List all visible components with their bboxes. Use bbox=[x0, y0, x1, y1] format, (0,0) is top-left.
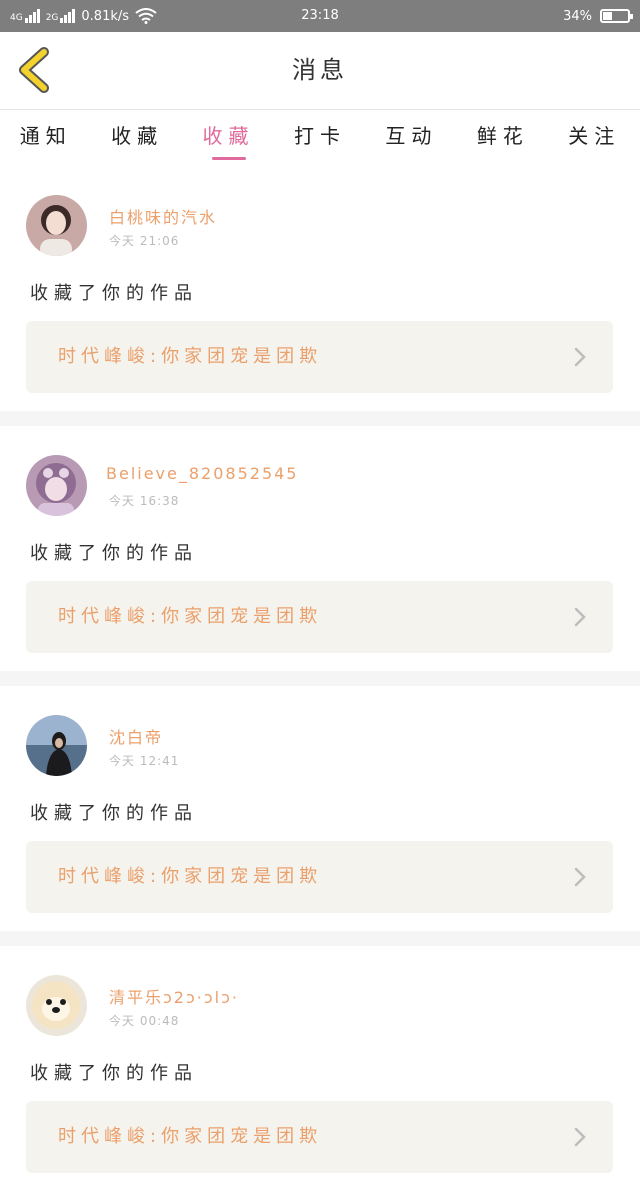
work-title: 时代峰峻:你家团宠是团欺 bbox=[58, 606, 323, 627]
action-text: 收藏了你的作品 bbox=[30, 283, 198, 304]
action-text: 收藏了你的作品 bbox=[30, 543, 198, 564]
avatar-hood-icon bbox=[26, 455, 87, 516]
tab-collect-alt[interactable]: 收藏 bbox=[91, 110, 182, 166]
avatar[interactable] bbox=[26, 715, 87, 776]
work-title: 时代峰峻:你家团宠是团欺 bbox=[58, 1126, 323, 1147]
username[interactable]: 沈白帝 bbox=[109, 724, 163, 748]
message-time: 今天 16:38 bbox=[109, 494, 180, 508]
divider bbox=[0, 671, 640, 686]
work-title: 时代峰峻:你家团宠是团欺 bbox=[58, 346, 323, 367]
work-link[interactable]: 时代峰峻:你家团宠是团欺 bbox=[26, 1101, 613, 1173]
tab-checkin[interactable]: 打卡 bbox=[274, 110, 365, 166]
work-link[interactable]: 时代峰峻:你家团宠是团欺 bbox=[26, 581, 613, 653]
username[interactable]: 清平乐ↄ2ↄ·ↄlↄ· bbox=[109, 984, 239, 1008]
action-text: 收藏了你的作品 bbox=[30, 803, 198, 824]
avatar[interactable] bbox=[26, 975, 87, 1036]
avatar[interactable] bbox=[26, 455, 87, 516]
message-tabs: 通知 收藏 收藏 打卡 互动 鲜花 关注 bbox=[0, 110, 640, 166]
divider bbox=[0, 931, 640, 946]
status-right: 34% bbox=[563, 0, 633, 32]
message-time: 今天 00:48 bbox=[109, 1014, 180, 1028]
chevron-right-icon bbox=[574, 347, 586, 367]
message-card: Believe_820852545 今天 16:38 收藏了你的作品 时代峰峻:… bbox=[0, 426, 640, 671]
message-card: 沈白帝 今天 12:41 收藏了你的作品 时代峰峻:你家团宠是团欺 bbox=[0, 686, 640, 931]
tab-collect[interactable]: 收藏 bbox=[183, 110, 274, 166]
divider bbox=[0, 411, 640, 426]
work-link[interactable]: 时代峰峻:你家团宠是团欺 bbox=[26, 841, 613, 913]
work-link[interactable]: 时代峰峻:你家团宠是团欺 bbox=[26, 321, 613, 393]
username[interactable]: Believe_820852545 bbox=[106, 464, 298, 483]
avatar-girl-icon bbox=[26, 195, 87, 256]
message-card: 白桃味的汽水 今天 21:06 收藏了你的作品 时代峰峻:你家团宠是团欺 bbox=[0, 166, 640, 411]
username[interactable]: 白桃味的汽水 bbox=[109, 204, 217, 228]
chevron-right-icon bbox=[574, 1127, 586, 1147]
chevron-right-icon bbox=[574, 607, 586, 627]
page-title: 消息 bbox=[292, 56, 348, 84]
avatar[interactable] bbox=[26, 195, 87, 256]
page-header: 消息 bbox=[0, 32, 640, 110]
battery-percent: 34% bbox=[563, 8, 592, 24]
message-time: 今天 12:41 bbox=[109, 754, 180, 768]
work-title: 时代峰峻:你家团宠是团欺 bbox=[58, 866, 323, 887]
status-bar: 4G 2G 0.81k/s 23:18 34% bbox=[0, 0, 640, 32]
message-list: 白桃味的汽水 今天 21:06 收藏了你的作品 时代峰峻:你家团宠是团欺 Bel… bbox=[0, 166, 640, 1191]
avatar-seaside-icon bbox=[26, 715, 87, 776]
avatar-dog-icon bbox=[26, 975, 87, 1036]
tab-interact[interactable]: 互动 bbox=[366, 110, 457, 166]
tab-follow[interactable]: 关注 bbox=[549, 110, 640, 166]
message-card: 清平乐ↄ2ↄ·ↄlↄ· 今天 00:48 收藏了你的作品 时代峰峻:你家团宠是团… bbox=[0, 946, 640, 1191]
tab-notify[interactable]: 通知 bbox=[0, 110, 91, 166]
tab-flowers[interactable]: 鲜花 bbox=[457, 110, 548, 166]
chevron-right-icon bbox=[574, 867, 586, 887]
message-time: 今天 21:06 bbox=[109, 234, 180, 248]
battery-icon bbox=[600, 9, 633, 23]
action-text: 收藏了你的作品 bbox=[30, 1063, 198, 1084]
status-time: 23:18 bbox=[301, 8, 339, 23]
